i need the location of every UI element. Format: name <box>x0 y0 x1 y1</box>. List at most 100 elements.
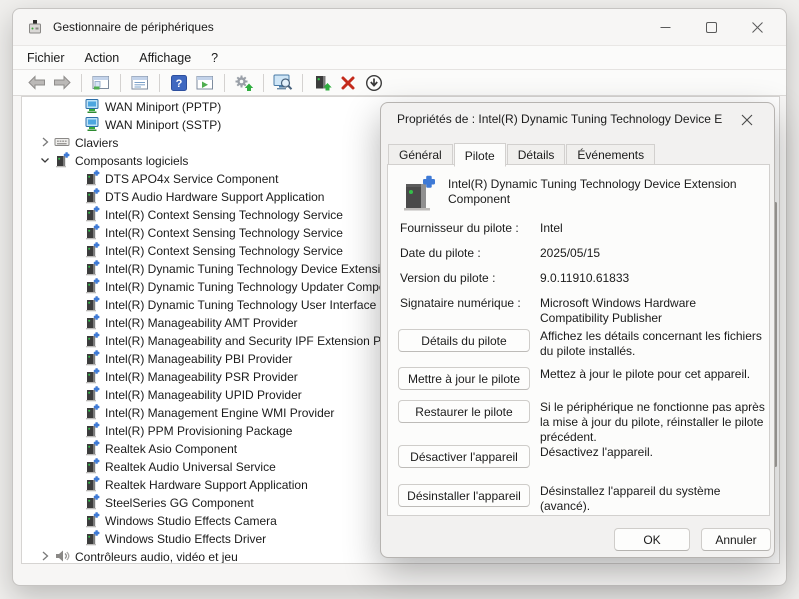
menu-file[interactable]: Fichier <box>25 49 75 67</box>
keyboard-icon <box>54 134 70 150</box>
network-adapter-icon <box>84 116 100 132</box>
tree-item-label: Realtek Asio Component <box>105 441 237 456</box>
driver-action-row: Restaurer le piloteSi le périphérique ne… <box>398 400 761 424</box>
tree-item-label: Contrôleurs audio, vidéo et jeu <box>75 549 238 564</box>
tree-item-label: DTS Audio Hardware Support Application <box>105 189 324 204</box>
help-icon[interactable]: ? <box>167 72 191 94</box>
software-component-icon <box>84 314 100 330</box>
chevron-right-icon[interactable] <box>36 134 54 150</box>
tree-item-label: Intel(R) Context Sensing Technology Serv… <box>105 207 343 222</box>
ok-button[interactable]: OK <box>614 528 690 551</box>
tree-item-label: Intel(R) Manageability AMT Provider <box>105 315 298 330</box>
tree-item-label: Intel(R) Dynamic Tuning Technology Updat… <box>105 279 392 294</box>
driver-action-row: Détails du piloteAffichez les détails co… <box>398 329 761 353</box>
back-icon[interactable] <box>24 72 48 94</box>
tab-general[interactable]: Général <box>388 144 453 164</box>
tree-item-label: Intel(R) Context Sensing Technology Serv… <box>105 225 343 240</box>
software-component-icon <box>84 458 100 474</box>
action-pane-icon[interactable] <box>193 72 217 94</box>
action-description: Si le périphérique ne fonctionne pas apr… <box>540 400 768 445</box>
software-component-icon <box>84 512 100 528</box>
chevron-down-icon[interactable] <box>36 152 54 168</box>
tree-item-label: DTS APO4x Service Component <box>105 171 278 186</box>
software-component-icon <box>84 530 100 546</box>
tab-driver[interactable]: Pilote <box>454 143 506 167</box>
driver-action-row: Mettre à jour le piloteMettez à jour le … <box>398 367 761 391</box>
menu-bar: FichierActionAffichage? <box>13 45 786 69</box>
uninstall-device-icon[interactable] <box>336 72 360 94</box>
action-description: Mettez à jour le pilote pour cet apparei… <box>540 367 768 382</box>
toolbar-separator <box>263 74 264 92</box>
tree-item-label: SteelSeries GG Component <box>105 495 254 510</box>
driver-details-button[interactable]: Détails du pilote <box>398 329 530 352</box>
titlebar[interactable]: Gestionnaire de périphériques <box>13 9 786 45</box>
driver-action-row: Désactiver l'appareilDésactivez l'appare… <box>398 445 761 469</box>
menu-view[interactable]: Affichage <box>129 49 201 67</box>
driver-tab-panel: Intel(R) Dynamic Tuning Technology Devic… <box>387 164 770 516</box>
software-component-icon <box>84 476 100 492</box>
tree-item-label: Intel(R) Dynamic Tuning Technology Devic… <box>105 261 394 276</box>
software-component-icon <box>84 350 100 366</box>
software-component-icon <box>84 494 100 510</box>
tree-item-label: Intel(R) Dynamic Tuning Technology User … <box>105 297 394 312</box>
forward-icon[interactable] <box>50 72 74 94</box>
network-adapter-icon <box>84 98 100 114</box>
driver-action-row: Désinstaller l'appareilDésinstallez l'ap… <box>398 484 761 508</box>
tree-item-label: Claviers <box>75 135 118 150</box>
roll-back-driver-button[interactable]: Restaurer le pilote <box>398 400 530 423</box>
tree-item-label: Intel(R) Manageability UPID Provider <box>105 387 302 402</box>
tree-item-label: Intel(R) Manageability PBI Provider <box>105 351 292 366</box>
properties-icon[interactable] <box>128 72 152 94</box>
software-component-icon <box>54 152 70 168</box>
tree-item-label: Intel(R) Manageability PSR Provider <box>105 369 298 384</box>
software-component-icon <box>84 278 100 294</box>
software-component-icon <box>84 296 100 312</box>
software-component-icon <box>84 170 100 186</box>
toolbar: ? <box>13 69 786 96</box>
software-component-icon <box>84 440 100 456</box>
dialog-title: Propriétés de : Intel(R) Dynamic Tuning … <box>397 112 722 126</box>
tree-item-label: Intel(R) Context Sensing Technology Serv… <box>105 243 343 258</box>
software-component-icon <box>84 422 100 438</box>
add-driver-icon[interactable] <box>310 72 334 94</box>
tree-item-label: Windows Studio Effects Driver <box>105 531 266 546</box>
tree-item-label: Intel(R) PPM Provisioning Package <box>105 423 292 438</box>
field-label: Version du pilote : <box>400 271 495 285</box>
tab-details[interactable]: Détails <box>507 144 566 164</box>
tree-item-label: WAN Miniport (SSTP) <box>105 117 221 132</box>
tree-item-label: Realtek Hardware Support Application <box>105 477 308 492</box>
field-value: 2025/05/15 <box>540 246 762 261</box>
field-label: Fournisseur du pilote : <box>400 221 519 235</box>
tree-item-label: WAN Miniport (PPTP) <box>105 99 221 114</box>
console-tree-icon[interactable] <box>89 72 113 94</box>
tab-events[interactable]: Événements <box>566 144 655 164</box>
field-label: Signataire numérique : <box>400 296 521 310</box>
tree-item-label: Windows Studio Effects Camera <box>105 513 277 528</box>
cancel-button[interactable]: Annuler <box>701 528 771 551</box>
maximize-button[interactable] <box>688 9 734 45</box>
toolbar-separator <box>224 74 225 92</box>
menu-action[interactable]: Action <box>75 49 130 67</box>
action-description: Désactivez l'appareil. <box>540 445 768 460</box>
action-description: Désinstallez l'appareil du système (avan… <box>540 484 768 514</box>
software-component-icon <box>84 206 100 222</box>
uninstall-device-button[interactable]: Désinstaller l'appareil <box>398 484 530 507</box>
window-controls <box>642 9 780 45</box>
scan-hardware-icon[interactable] <box>271 72 295 94</box>
tree-item-label: Intel(R) Manageability and Security IPF … <box>105 333 398 348</box>
toolbar-separator <box>302 74 303 92</box>
software-component-icon <box>84 404 100 420</box>
disable-device-icon[interactable] <box>362 72 386 94</box>
menu-help[interactable]: ? <box>201 49 228 67</box>
disable-device-button[interactable]: Désactiver l'appareil <box>398 445 530 468</box>
update-driver-icon[interactable] <box>232 72 256 94</box>
tree-item-label: Realtek Audio Universal Service <box>105 459 276 474</box>
device-header: Intel(R) Dynamic Tuning Technology Devic… <box>400 175 760 213</box>
close-button[interactable] <box>734 9 780 45</box>
update-driver-button[interactable]: Mettre à jour le pilote <box>398 367 530 390</box>
dialog-close-button[interactable] <box>732 108 762 131</box>
minimize-button[interactable] <box>642 9 688 45</box>
software-component-icon <box>84 386 100 402</box>
chevron-right-icon[interactable] <box>36 548 54 564</box>
toolbar-separator <box>81 74 82 92</box>
